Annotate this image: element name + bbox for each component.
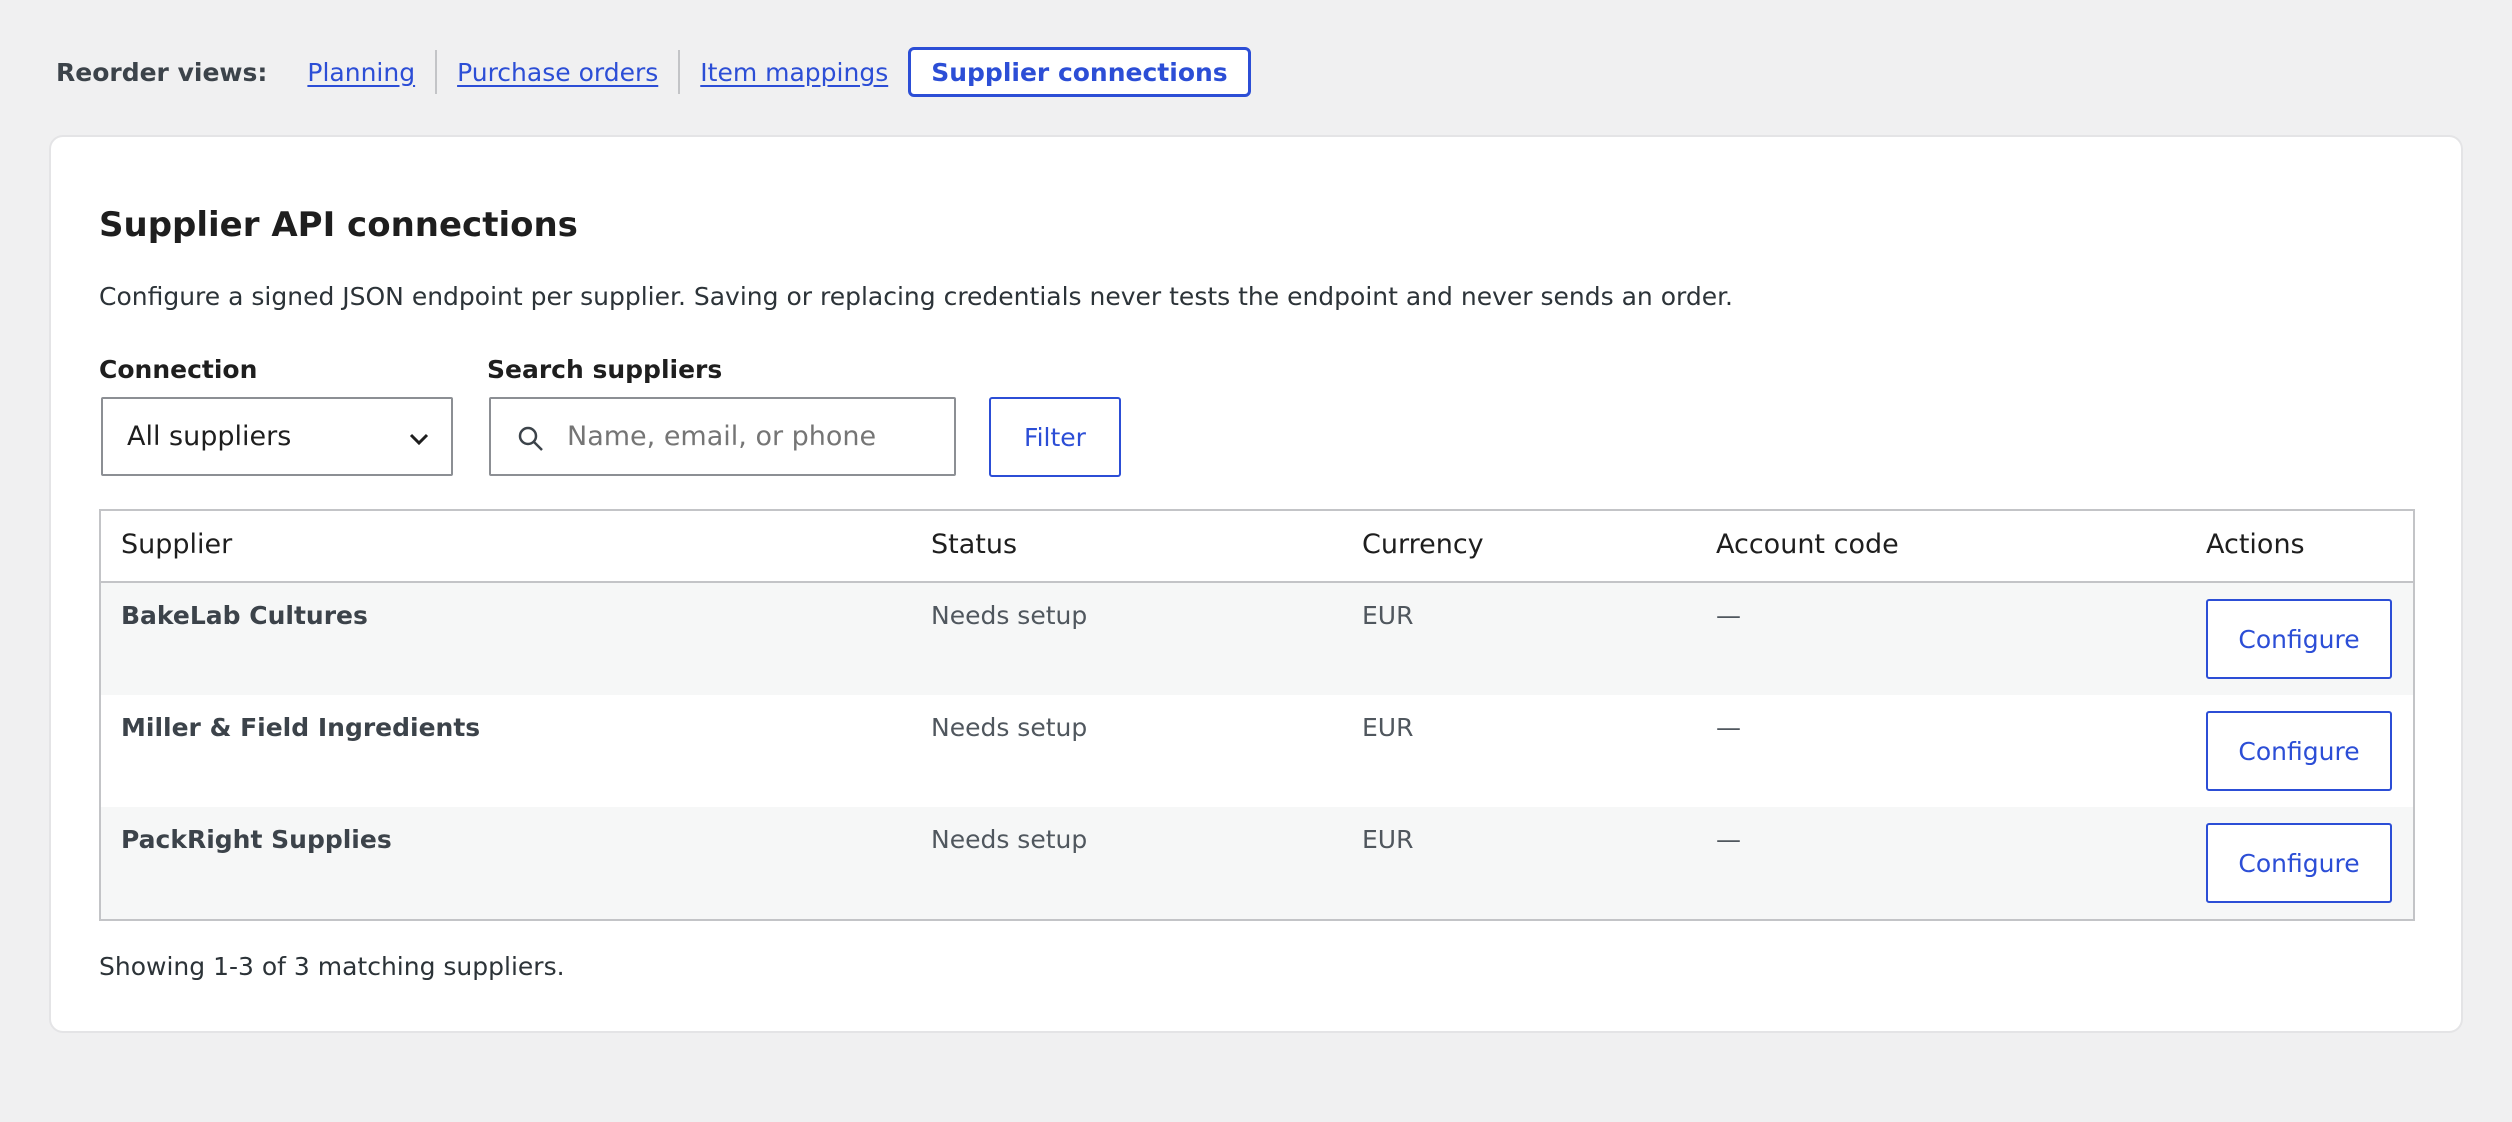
column-header-actions: Actions <box>2206 529 2305 560</box>
search-icon <box>518 426 543 451</box>
currency-cell: EUR <box>1362 713 1414 742</box>
filter-button[interactable]: Filter <box>989 397 1121 477</box>
column-header-status: Status <box>931 529 1018 560</box>
nav-link-purchase-orders[interactable]: Purchase orders <box>457 58 658 87</box>
account-code-cell: — <box>1716 601 1741 630</box>
table-row: BakeLab Cultures Needs setup EUR — Confi… <box>101 583 2413 695</box>
chevron-down-icon <box>409 433 429 446</box>
nav-current-supplier-connections[interactable]: Supplier connections <box>908 47 1251 97</box>
configure-button[interactable]: Configure <box>2206 823 2392 903</box>
supplier-connections-panel: Supplier API connections Configure a sig… <box>49 135 2463 1033</box>
table-row: Miller & Field Ingredients Needs setup E… <box>101 695 2413 807</box>
nav-link-item-mappings[interactable]: Item mappings <box>700 58 888 87</box>
suppliers-table: Supplier Status Currency Account code Ac… <box>99 509 2415 921</box>
currency-cell: EUR <box>1362 825 1414 854</box>
nav-divider <box>678 50 681 94</box>
configure-button[interactable]: Configure <box>2206 711 2392 791</box>
column-header-account-code: Account code <box>1716 529 1899 560</box>
panel-title: Supplier API connections <box>99 205 578 245</box>
status-cell: Needs setup <box>931 825 1088 854</box>
search-suppliers-label: Search suppliers <box>487 355 723 384</box>
currency-cell: EUR <box>1362 601 1414 630</box>
panel-description: Configure a signed JSON endpoint per sup… <box>99 282 1734 311</box>
account-code-cell: — <box>1716 713 1741 742</box>
nav-label: Reorder views: <box>56 57 268 87</box>
results-count: Showing 1-3 of 3 matching suppliers. <box>99 952 565 981</box>
connection-label: Connection <box>99 355 258 384</box>
account-code-cell: — <box>1716 825 1741 854</box>
status-cell: Needs setup <box>931 601 1088 630</box>
column-header-supplier: Supplier <box>121 529 233 560</box>
column-header-currency: Currency <box>1362 529 1484 560</box>
supplier-name: Miller & Field Ingredients <box>121 713 481 742</box>
nav-link-planning[interactable]: Planning <box>307 58 415 87</box>
connection-select-value: All suppliers <box>127 421 292 452</box>
search-suppliers-input[interactable] <box>567 421 937 452</box>
connection-select[interactable]: All suppliers <box>101 397 453 476</box>
table-header: Supplier Status Currency Account code Ac… <box>101 511 2413 583</box>
search-suppliers-field <box>489 397 956 476</box>
table-row: PackRight Supplies Needs setup EUR — Con… <box>101 807 2413 919</box>
status-cell: Needs setup <box>931 713 1088 742</box>
reorder-views-nav: Reorder views: Planning Purchase orders … <box>56 47 1251 97</box>
supplier-name: BakeLab Cultures <box>121 601 368 630</box>
configure-button[interactable]: Configure <box>2206 599 2392 679</box>
nav-divider <box>435 50 438 94</box>
supplier-name: PackRight Supplies <box>121 825 392 854</box>
